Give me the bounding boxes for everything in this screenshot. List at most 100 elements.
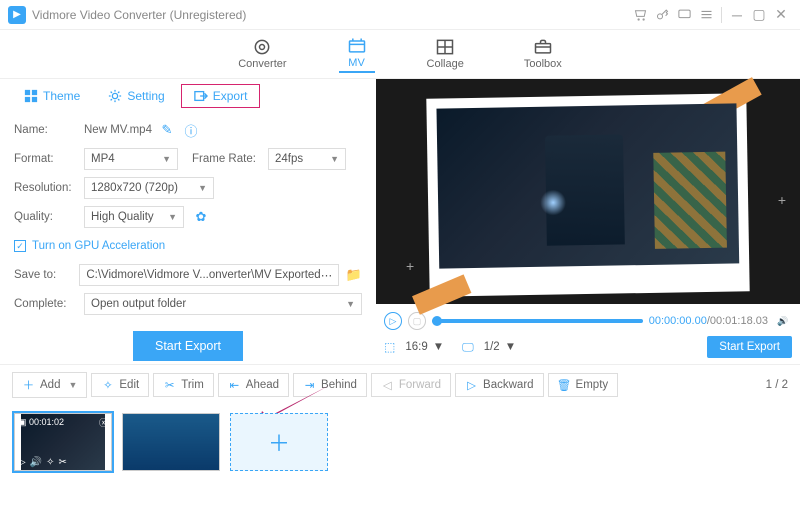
play-icon[interactable]: ▷ [384, 312, 402, 330]
subtab-label: Theme [43, 89, 80, 103]
gpu-checkbox[interactable]: ✓ [14, 240, 26, 252]
maximize-icon[interactable]: ▢ [748, 4, 770, 26]
collage-icon [435, 38, 455, 56]
resolution-select[interactable]: 1280x720 (720p)▼ [84, 177, 214, 199]
scissors-icon: ✂ [163, 378, 176, 392]
start-export-button[interactable]: Start Export [133, 331, 243, 361]
quality-settings-icon[interactable]: ✿ [192, 208, 210, 226]
right-pane: + + + ▷ ▢ 00:00:00.00/00:01:18.03 🔊 [376, 79, 800, 364]
complete-select[interactable]: Open output folder▼ [84, 293, 362, 315]
format-select[interactable]: MP4▼ [84, 148, 178, 170]
chevron-down-icon: ▼ [505, 341, 516, 353]
clip-duration: 00:01:02 [29, 417, 64, 427]
clip-thumbnail[interactable] [122, 413, 220, 471]
backward-icon: ▷ [465, 378, 478, 392]
aspect-select[interactable]: 16:9▼ [401, 341, 448, 353]
chevron-down-icon: ▼ [198, 183, 207, 193]
volume-icon[interactable]: 🔊 [774, 312, 792, 330]
clip-toolbar: ＋Add▼ ✧Edit ✂Trim ⇤Ahead ⇥Behind ◁Forwar… [0, 364, 800, 405]
chevron-down-icon: ▼ [168, 212, 177, 222]
empty-button[interactable]: 🗑Empty [548, 373, 619, 397]
chevron-down-icon: ▼ [433, 341, 444, 353]
subtab-theme[interactable]: Theme [12, 84, 92, 108]
quality-select[interactable]: High Quality▼ [84, 206, 184, 228]
add-clip-button[interactable]: ＋ [230, 413, 328, 471]
nav-label: Collage [427, 58, 464, 70]
toolbox-icon [533, 38, 553, 56]
stop-icon[interactable]: ▢ [408, 312, 426, 330]
key-icon[interactable] [651, 4, 673, 26]
edit-name-icon[interactable]: ✎ [158, 121, 176, 139]
more-icon: ⋯ [321, 268, 333, 282]
clip-thumbnail[interactable]: ▣ 00:01:02ⓧ ▷🔊✧✂ [14, 413, 112, 471]
preview-image [436, 103, 739, 268]
minimize-icon[interactable]: ─ [726, 4, 748, 26]
split-panel: Theme Setting Export Name: New MV.mp4 ✎ … [0, 78, 800, 364]
nav-label: Toolbox [524, 58, 562, 70]
export-icon [194, 89, 208, 103]
name-label: Name: [14, 124, 84, 136]
backward-button[interactable]: ▷Backward [455, 373, 544, 397]
remove-clip-icon[interactable]: ⓧ [99, 416, 108, 429]
marker-icon: + [778, 192, 786, 208]
subtab-export[interactable]: Export [181, 84, 261, 108]
progress-bar[interactable] [432, 319, 643, 323]
cart-icon[interactable] [629, 4, 651, 26]
feedback-icon[interactable] [673, 4, 695, 26]
mv-icon [347, 37, 367, 55]
scale-select[interactable]: 1/2▼ [480, 341, 520, 353]
info-icon[interactable]: ⓘ [182, 121, 200, 139]
gpu-label: Turn on GPU Acceleration [32, 240, 165, 252]
clip-trim-icon[interactable]: ✂ [59, 457, 67, 468]
trim-button[interactable]: ✂Trim [153, 373, 214, 397]
converter-icon [252, 38, 272, 56]
window-title: Vidmore Video Converter (Unregistered) [32, 8, 246, 22]
edit-button[interactable]: ✧Edit [91, 373, 149, 397]
titlebar: ▶ Vidmore Video Converter (Unregistered)… [0, 0, 800, 30]
behind-button[interactable]: ⇥Behind [293, 373, 367, 397]
nav-converter[interactable]: Converter [230, 36, 294, 72]
name-value: New MV.mp4 [84, 124, 152, 136]
left-pane: Theme Setting Export Name: New MV.mp4 ✎ … [0, 79, 376, 364]
saveto-field[interactable]: C:\Vidmore\Vidmore V...onverter\MV Expor… [79, 264, 339, 286]
start-export-button-small[interactable]: Start Export [707, 336, 792, 358]
gear-icon [108, 89, 122, 103]
close-icon[interactable]: ✕ [770, 4, 792, 26]
trash-icon: 🗑 [558, 378, 571, 392]
chevron-down-icon: ▼ [346, 299, 355, 309]
open-folder-icon[interactable]: 📁 [345, 266, 362, 284]
nav-collage[interactable]: Collage [419, 36, 472, 72]
nav-toolbox[interactable]: Toolbox [516, 36, 570, 72]
quality-label: Quality: [14, 211, 84, 223]
clip-mute-icon[interactable]: 🔊 [30, 457, 42, 468]
page-indicator: 1 / 2 [766, 379, 788, 391]
clip-edit-icon[interactable]: ✧ [46, 457, 54, 468]
clip-row: ▣ 00:01:02ⓧ ▷🔊✧✂ ＋ [0, 405, 800, 479]
chevron-down-icon: ▼ [330, 154, 339, 164]
aspect-icon: ⬚ [384, 340, 395, 354]
clip-play-icon[interactable]: ▷ [18, 457, 26, 468]
preview-area: + + + [376, 79, 800, 304]
sub-tabs: Theme Setting Export [0, 79, 376, 113]
framerate-select[interactable]: 24fps▼ [268, 148, 346, 170]
subtab-label: Setting [127, 89, 164, 103]
menu-icon[interactable] [695, 4, 717, 26]
subtab-setting[interactable]: Setting [96, 84, 176, 108]
preview-frame [426, 93, 749, 297]
format-label: Format: [14, 153, 84, 165]
plus-icon: ＋ [268, 426, 290, 458]
add-button[interactable]: ＋Add▼ [12, 372, 87, 398]
app-logo-icon: ▶ [8, 6, 26, 24]
chevron-down-icon: ▼ [162, 154, 171, 164]
plus-icon: ＋ [22, 377, 35, 393]
saveto-label: Save to: [14, 269, 79, 281]
ahead-button[interactable]: ⇤Ahead [218, 373, 289, 397]
nav-label: Converter [238, 58, 286, 70]
nav-mv[interactable]: MV [339, 35, 375, 73]
forward-icon: ◁ [381, 378, 394, 392]
export-form: Name: New MV.mp4 ✎ ⓘ Format: MP4▼ Frame … [0, 113, 376, 367]
marker-icon: + [406, 258, 414, 274]
behind-icon: ⇥ [303, 378, 316, 392]
subtab-label: Export [213, 89, 248, 103]
resolution-label: Resolution: [14, 182, 84, 194]
